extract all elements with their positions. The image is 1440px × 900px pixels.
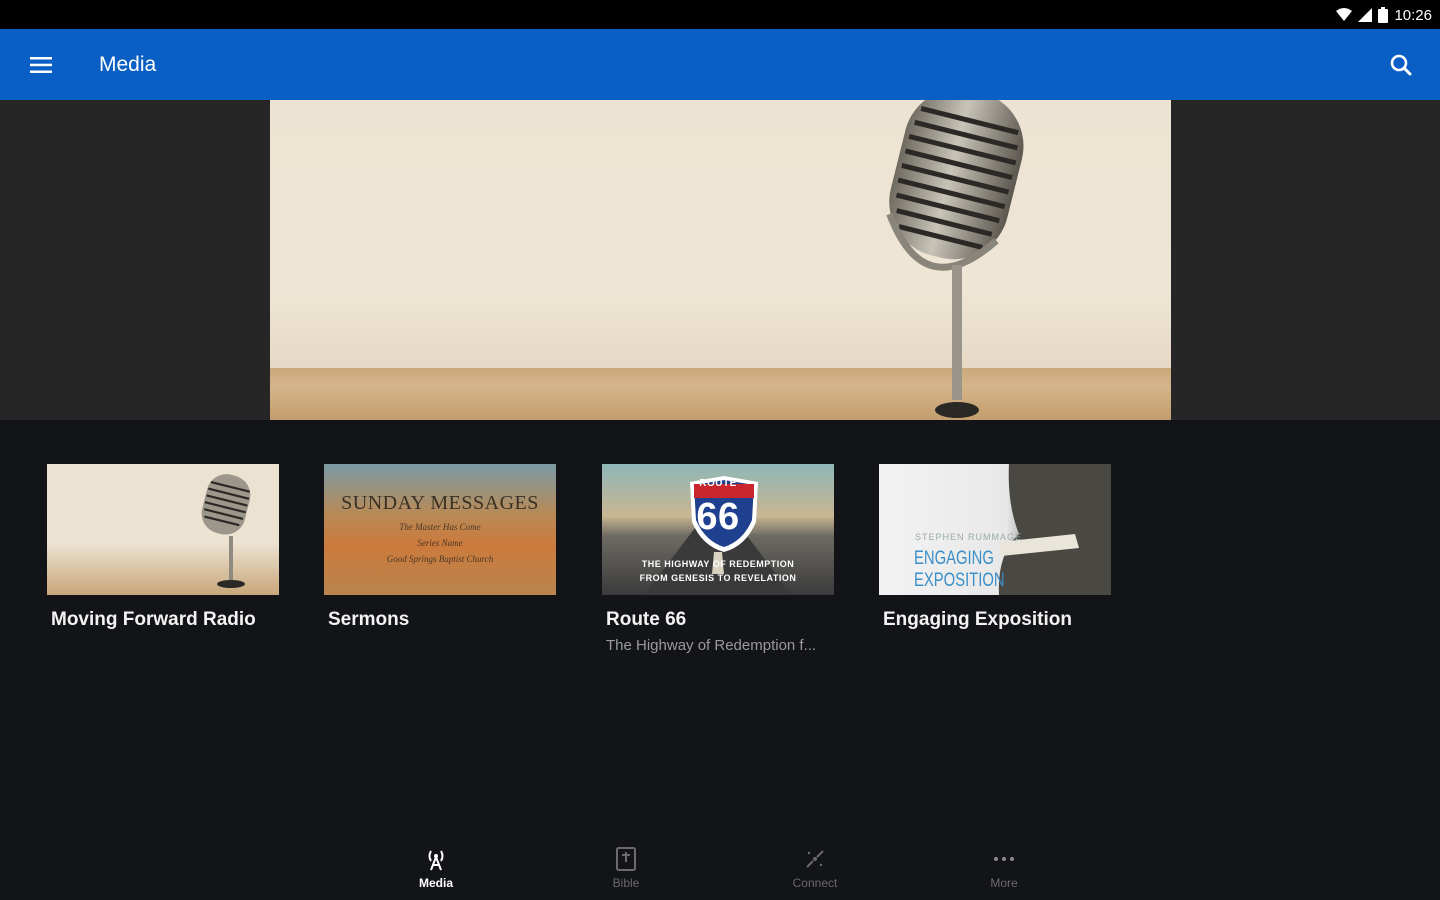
media-title: Engaging Exposition (883, 609, 1072, 630)
more-icon (991, 846, 1017, 872)
hero-banner[interactable] (270, 100, 1171, 420)
thumbnail-line: Series Name (417, 538, 463, 548)
thumbnail-caption: THE HIGHWAY OF REDEMPTION (641, 559, 795, 569)
media-title: Route 66 (606, 609, 687, 630)
radio-tower-icon (423, 846, 449, 872)
thumbnail-line: Good Springs Baptist Church (386, 554, 494, 564)
media-thumbnail: SUNDAY MESSAGES The Master Has Come Seri… (324, 464, 556, 595)
media-card-moving-forward-radio[interactable]: Moving Forward Radio (47, 464, 279, 631)
media-card-sermons[interactable]: SUNDAY MESSAGES The Master Has Come Seri… (324, 464, 556, 631)
thumbnail-author: STEPHEN RUMMAGE (915, 532, 1023, 542)
status-bar: 10:26 (0, 0, 1440, 29)
thumbnail-line: The Master Has Come (399, 522, 481, 532)
media-thumbnail (47, 464, 279, 595)
nav-item-connect[interactable]: Connect (775, 846, 855, 890)
nav-label: More (990, 876, 1018, 890)
route-shield-label: ROUTE (699, 478, 737, 489)
wifi-icon (1336, 8, 1353, 21)
media-thumbnail: STEPHEN RUMMAGE ENGAGING EXPOSITION (879, 464, 1111, 595)
app-bar: Media (0, 29, 1440, 100)
microphone-icon (886, 100, 1024, 418)
media-thumbnail: ROUTE 66 THE HIGHWAY OF REDEMPTION FROM … (602, 464, 834, 595)
media-card-route-66[interactable]: ROUTE 66 THE HIGHWAY OF REDEMPTION FROM … (602, 464, 834, 654)
bible-icon (613, 846, 639, 872)
thumbnail-caption: FROM GENESIS TO REVELATION (639, 573, 797, 583)
status-icons: 10:26 (1336, 4, 1432, 26)
connect-icon (802, 846, 828, 872)
nav-item-more[interactable]: More (964, 846, 1044, 890)
status-time: 10:26 (1394, 6, 1432, 24)
page-title: Media (99, 53, 157, 76)
nav-label: Media (418, 876, 453, 890)
nav-label: Connect (792, 876, 838, 890)
signal-icon (1358, 8, 1373, 22)
media-subtitle: The Highway of Redemption f... (606, 637, 817, 654)
menu-icon (30, 57, 52, 73)
menu-button[interactable] (22, 47, 60, 83)
battery-icon (1378, 7, 1389, 23)
hero-band (0, 100, 1440, 420)
media-title: Moving Forward Radio (51, 609, 256, 630)
microphone-icon (201, 474, 251, 588)
media-title: Sermons (328, 609, 410, 630)
search-icon (1390, 54, 1412, 76)
search-button[interactable] (1382, 46, 1420, 84)
bottom-nav: Media Bible Connect More (0, 836, 1440, 900)
route-shield-number: 66 (696, 496, 740, 538)
nav-item-media[interactable]: Media (396, 846, 476, 890)
thumbnail-title: SUNDAY MESSAGES (341, 492, 539, 514)
thumbnail-title: ENGAGING EXPOSITION (914, 548, 1005, 591)
nav-label: Bible (612, 876, 640, 890)
media-card-engaging-exposition[interactable]: STEPHEN RUMMAGE ENGAGING EXPOSITION Enga… (879, 464, 1111, 631)
media-grid: Moving Forward Radio SUNDAY MESSAGES The… (47, 464, 1147, 664)
nav-item-bible[interactable]: Bible (586, 846, 666, 890)
